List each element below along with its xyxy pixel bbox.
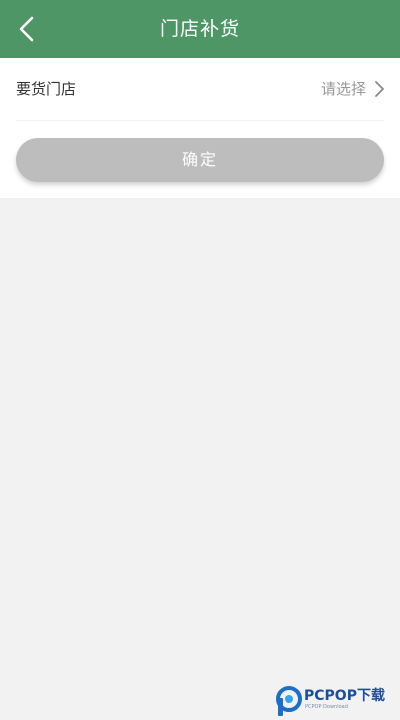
watermark-brand: PCPOP下载: [304, 688, 385, 704]
app-header: 门店补货: [0, 0, 400, 58]
page-title: 门店补货: [159, 18, 240, 40]
watermark-sub: PCPOP Download: [305, 704, 348, 710]
divider: [16, 120, 384, 121]
form-panel: 要货门店 请选择 确定: [0, 58, 400, 198]
screen: 门店补货 要货门店 请选择 确定 PCPOP下载 PCPOP Download: [0, 0, 400, 720]
pcpop-logo-icon: [276, 686, 302, 716]
chevron-right-icon: [375, 81, 384, 97]
watermark: PCPOP下载 PCPOP Download: [274, 680, 400, 720]
store-select-placeholder: 请选择: [320, 80, 366, 98]
store-select-row[interactable]: 要货门店 请选择: [0, 58, 400, 120]
confirm-button[interactable]: 确定: [16, 138, 384, 182]
store-label: 要货门店: [16, 80, 77, 98]
